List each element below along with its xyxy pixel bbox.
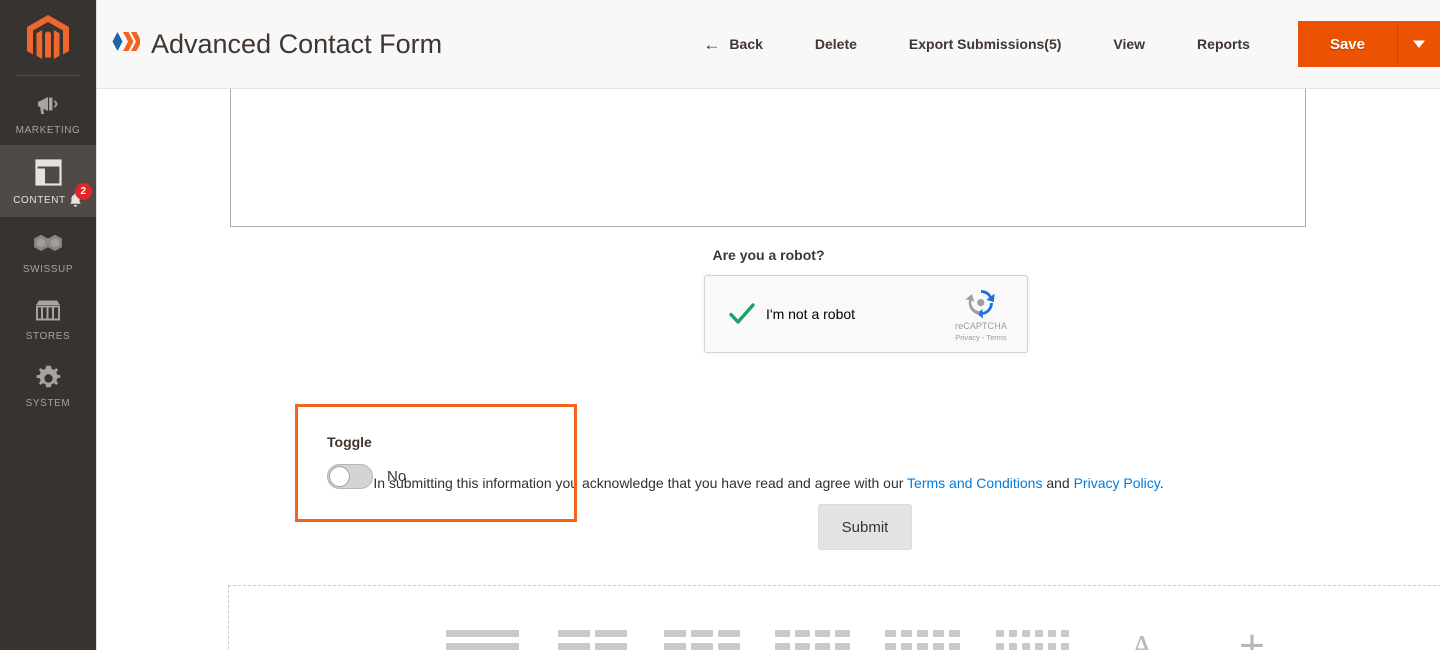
- layout-6-columns-icon: [995, 629, 1069, 650]
- page-title-group: Advanced Contact Form: [111, 28, 442, 60]
- save-button[interactable]: Save: [1297, 21, 1398, 67]
- sidebar-item-system[interactable]: SYSTEM: [0, 351, 96, 418]
- green-checkmark-icon: [727, 299, 757, 329]
- save-button-group: Save: [1297, 21, 1440, 67]
- magento-logo-icon: [27, 15, 69, 59]
- sidebar-item-label: MARKETING: [15, 125, 81, 136]
- terms-suffix: .: [1159, 475, 1164, 491]
- page-title: Advanced Contact Form: [151, 28, 443, 59]
- recaptcha-brand: reCAPTCHA Privacy - Terms: [944, 287, 1018, 342]
- layout-toolbar: A +: [229, 620, 1440, 650]
- sidebar-item-stores[interactable]: STORES: [0, 284, 96, 351]
- toggle-value-label: No: [387, 468, 407, 485]
- admin-sidebar: MARKETING CONTENT 2 SWISSUP STORES SYSTE…: [0, 0, 96, 650]
- notification-bell[interactable]: 2: [68, 183, 92, 208]
- layout-4-columns-icon: [774, 629, 850, 650]
- page-builder-dropzone[interactable]: A +: [228, 585, 1440, 650]
- reports-button[interactable]: Reports: [1171, 36, 1276, 52]
- sidebar-item-label: SWISSUP: [22, 264, 74, 275]
- toggle-field-highlight: Toggle No: [295, 404, 577, 522]
- main-region: Advanced Contact Form ← Back Delete Expo…: [96, 0, 1440, 650]
- text-element-button[interactable]: A: [1087, 620, 1197, 650]
- recaptcha-label: I'm not a robot: [766, 306, 856, 322]
- export-submissions-button[interactable]: Export Submissions(5): [883, 36, 1087, 52]
- notification-badge: 2: [74, 183, 92, 200]
- megaphone-icon: [31, 89, 65, 121]
- terms-middle: and: [1042, 475, 1074, 491]
- layout-5-columns-button[interactable]: [867, 620, 977, 650]
- caret-down-icon: [1413, 40, 1425, 48]
- magento-admin-page: MARKETING CONTENT 2 SWISSUP STORES SYSTE…: [0, 0, 1440, 650]
- save-dropdown-button[interactable]: [1398, 21, 1440, 67]
- recaptcha-widget[interactable]: I'm not a robot reCAPTCHA Privacy - Term…: [704, 275, 1028, 353]
- page-header: Advanced Contact Form ← Back Delete Expo…: [97, 0, 1440, 89]
- privacy-policy-link[interactable]: Privacy Policy: [1074, 475, 1160, 491]
- content-layout-icon: [31, 156, 65, 188]
- add-element-button[interactable]: +: [1197, 620, 1307, 650]
- store-icon: [31, 295, 65, 327]
- back-button-label: Back: [729, 36, 763, 52]
- sidebar-item-content[interactable]: CONTENT 2: [0, 145, 96, 217]
- arrow-left-icon: ←: [703, 34, 721, 54]
- layout-6-columns-button[interactable]: [977, 620, 1087, 650]
- letter-a-icon: A: [1130, 628, 1154, 650]
- gear-icon: [31, 362, 65, 394]
- recaptcha-brand-name: reCAPTCHA: [955, 320, 1007, 331]
- swissup-hexagons-icon: [31, 228, 65, 260]
- layout-5-columns-icon: [884, 629, 960, 650]
- back-button[interactable]: ← Back: [677, 36, 788, 53]
- robot-question-label: Are you a robot?: [712, 247, 825, 263]
- sidebar-item-label: STORES: [25, 331, 71, 342]
- layout-3-columns-icon: [664, 629, 740, 650]
- layout-2-columns-icon: [557, 629, 627, 650]
- submit-button[interactable]: Submit: [818, 504, 912, 550]
- toggle-knob: [329, 466, 350, 487]
- toggle-field-label: Toggle: [327, 434, 372, 450]
- view-button[interactable]: View: [1087, 36, 1171, 52]
- message-textarea[interactable]: [230, 89, 1306, 227]
- sidebar-item-label: SYSTEM: [25, 398, 71, 409]
- layout-4-columns-button[interactable]: [757, 620, 867, 650]
- terms-and-conditions-link[interactable]: Terms and Conditions: [907, 475, 1042, 491]
- toggle-row: No: [327, 464, 406, 489]
- sidebar-item-label: CONTENT: [13, 194, 66, 206]
- form-content-area: Are you a robot? I'm not a robot reCAPTC…: [97, 89, 1440, 650]
- recaptcha-logo-icon: [965, 289, 995, 318]
- sidebar-item-swissup[interactable]: SWISSUP: [0, 217, 96, 284]
- layout-1-column-button[interactable]: [427, 620, 537, 650]
- header-actions: ← Back Delete Export Submissions(5) View…: [677, 0, 1440, 88]
- delete-button[interactable]: Delete: [789, 36, 883, 52]
- magento-logo[interactable]: [0, 0, 96, 78]
- chevrons-logo-icon: [111, 28, 142, 60]
- layout-3-columns-button[interactable]: [647, 620, 757, 650]
- sidebar-item-marketing[interactable]: MARKETING: [0, 78, 96, 145]
- layout-2-columns-button[interactable]: [537, 620, 647, 650]
- recaptcha-legal[interactable]: Privacy - Terms: [955, 333, 1007, 342]
- plus-icon: +: [1239, 621, 1265, 650]
- layout-1-column-icon: [445, 629, 519, 650]
- toggle-switch[interactable]: [327, 464, 373, 489]
